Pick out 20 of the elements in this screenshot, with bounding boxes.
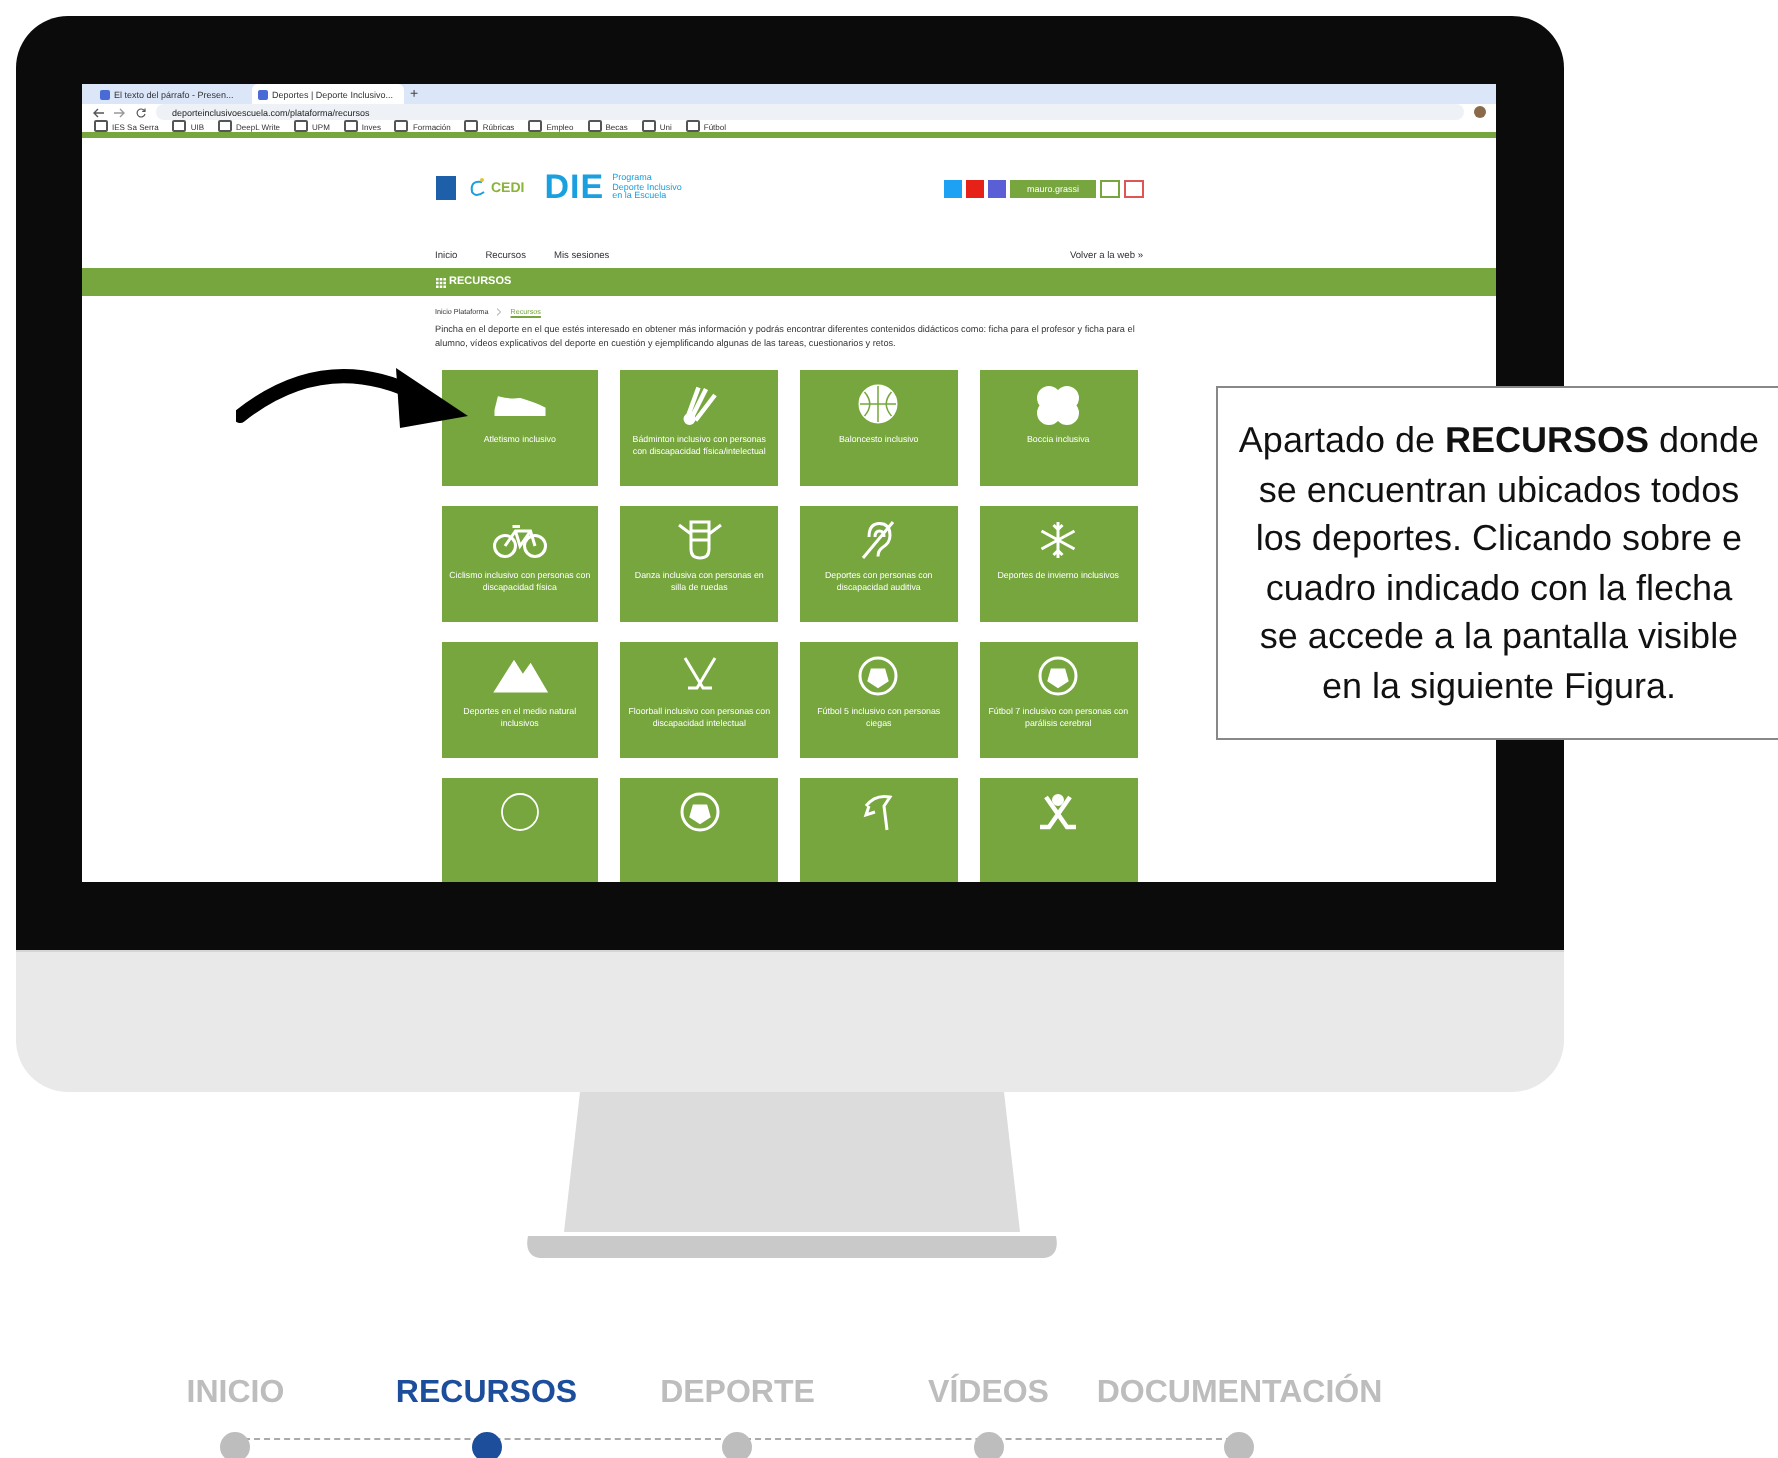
reload-icon[interactable] [136, 107, 146, 117]
back-icon[interactable] [92, 107, 104, 117]
step-dot[interactable] [220, 1432, 251, 1458]
sport-tile[interactable] [620, 777, 778, 882]
step-dot[interactable] [973, 1432, 1004, 1458]
foundation-logo-icon [435, 176, 455, 200]
grid-icon [435, 277, 445, 287]
sport-tile[interactable] [979, 777, 1137, 882]
step-label[interactable]: RECURSOS [395, 1376, 578, 1412]
step-dot[interactable] [722, 1432, 753, 1458]
sport-tile[interactable] [800, 777, 958, 882]
step-dot[interactable] [471, 1432, 502, 1458]
forward-icon[interactable] [114, 107, 126, 117]
die-logo: DIE [544, 168, 605, 208]
step-dot[interactable] [1224, 1432, 1255, 1458]
sport-tile[interactable] [441, 777, 599, 882]
avatar-icon[interactable] [1474, 106, 1486, 118]
chevron-icon [496, 308, 503, 316]
callout-text: Apartado de RECURSOS donde se encuentran ubicados todos los deportes. Clicando sobre e cuadro indicado con la flecha se accede a la pantalla visible en la siguiente Figura. [1236, 418, 1762, 710]
swirl-logo-icon [467, 176, 487, 200]
